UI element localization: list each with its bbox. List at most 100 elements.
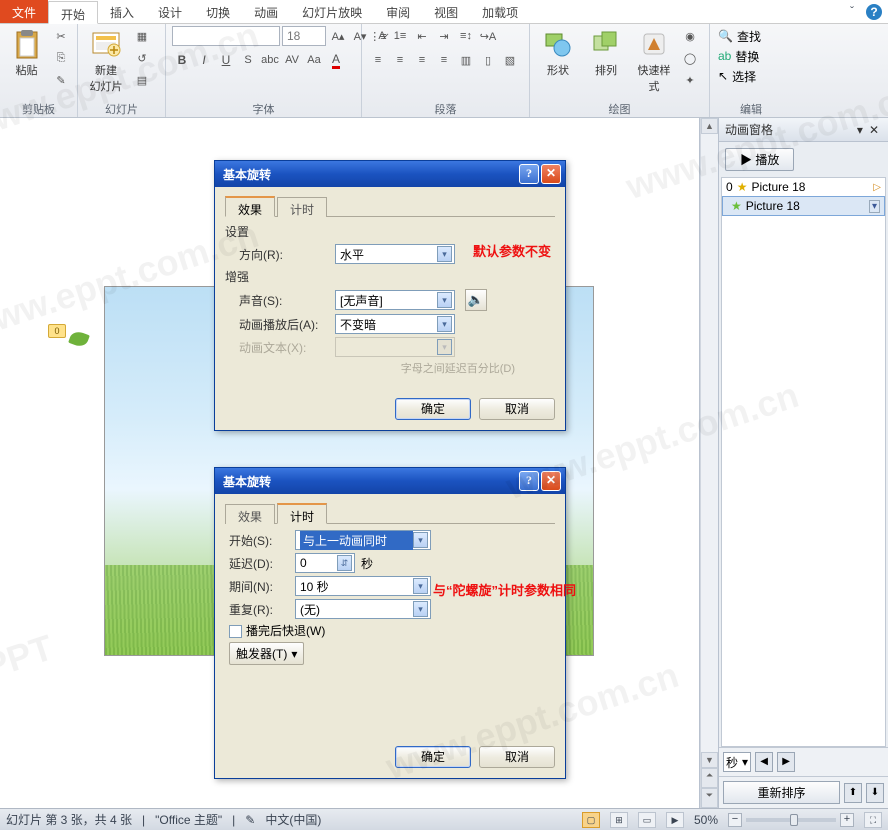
- select-button[interactable]: ↖选择: [716, 66, 758, 86]
- after-combo[interactable]: 不变暗▾: [335, 314, 455, 334]
- shape-fill-icon[interactable]: ◉: [680, 26, 700, 46]
- scroll-down-icon[interactable]: ▼: [701, 752, 718, 768]
- replace-button[interactable]: ab替换: [716, 46, 761, 66]
- expand-icon[interactable]: ▷: [873, 182, 881, 193]
- animation-item[interactable]: 0 ★ Picture 18 ▷: [722, 178, 885, 196]
- reorder-button[interactable]: 重新排序: [723, 781, 840, 804]
- language-label[interactable]: 中文(中国): [265, 811, 321, 828]
- format-painter-icon[interactable]: ✎: [51, 70, 71, 90]
- layout-icon[interactable]: ▦: [132, 26, 152, 46]
- move-up-icon[interactable]: ⬆: [844, 783, 862, 803]
- tab-animation[interactable]: 动画: [242, 0, 290, 23]
- tab-insert[interactable]: 插入: [98, 0, 146, 23]
- play-button[interactable]: ▶ 播放: [725, 148, 794, 171]
- animation-list[interactable]: 0 ★ Picture 18 ▷ ★ Picture 18 ▾: [721, 177, 886, 747]
- strike-icon[interactable]: abc: [260, 50, 280, 70]
- tab-timing[interactable]: 计时: [277, 197, 327, 217]
- dialog-close-icon[interactable]: ✕: [541, 164, 561, 184]
- cancel-button[interactable]: 取消: [479, 398, 555, 420]
- reading-view-icon[interactable]: ▭: [638, 812, 656, 828]
- zoom-in-timeline-icon[interactable]: ◀: [755, 752, 773, 772]
- next-slide-icon[interactable]: ⏷: [701, 788, 718, 808]
- sound-combo[interactable]: [无声音]▾: [335, 290, 455, 310]
- shape-effects-icon[interactable]: ✦: [680, 70, 700, 90]
- spacing-icon[interactable]: AV: [282, 50, 302, 70]
- dialog-help-icon[interactable]: ?: [519, 164, 539, 184]
- bullets-icon[interactable]: ⋮≡: [368, 26, 388, 46]
- dialog-close-icon[interactable]: ✕: [541, 471, 561, 491]
- tab-review[interactable]: 审阅: [374, 0, 422, 23]
- indent-dec-icon[interactable]: ⇤: [412, 26, 432, 46]
- zoom-in-icon[interactable]: +: [840, 813, 854, 827]
- align-text-icon[interactable]: ▯: [478, 50, 498, 70]
- zoom-out-icon[interactable]: −: [728, 813, 742, 827]
- tab-design[interactable]: 设计: [146, 0, 194, 23]
- fit-window-icon[interactable]: ⛶: [864, 812, 882, 828]
- shape-outline-icon[interactable]: ◯: [680, 48, 700, 68]
- seconds-selector[interactable]: 秒▾: [723, 752, 751, 772]
- rewind-checkbox[interactable]: 播完后快退(W): [229, 622, 325, 639]
- section-icon[interactable]: ▤: [132, 70, 152, 90]
- vertical-scrollbar[interactable]: ▲ ▼ ⏶ ⏷: [700, 118, 718, 808]
- align-center-icon[interactable]: ≡: [390, 50, 410, 70]
- repeat-combo[interactable]: (无)▾: [295, 599, 431, 619]
- align-left-icon[interactable]: ≡: [368, 50, 388, 70]
- period-combo[interactable]: 10 秒▾: [295, 576, 431, 596]
- justify-icon[interactable]: ≡: [434, 50, 454, 70]
- font-color-icon[interactable]: A: [326, 50, 346, 70]
- direction-combo[interactable]: 水平▾: [335, 244, 455, 264]
- underline-icon[interactable]: U: [216, 50, 236, 70]
- case-icon[interactable]: Aa: [304, 50, 324, 70]
- help-icon[interactable]: ?: [866, 4, 882, 20]
- delay-spinner[interactable]: 0⇵: [295, 553, 355, 573]
- arrange-button[interactable]: 排列: [584, 26, 628, 80]
- font-size-combo[interactable]: 18: [282, 26, 326, 46]
- animation-tag[interactable]: 0: [48, 324, 66, 338]
- numbering-icon[interactable]: 1≡: [390, 26, 410, 46]
- font-family-combo[interactable]: [172, 26, 280, 46]
- tab-transition[interactable]: 切换: [194, 0, 242, 23]
- zoom-slider[interactable]: − +: [728, 813, 854, 827]
- dialog-help-icon[interactable]: ?: [519, 471, 539, 491]
- pane-close-icon[interactable]: ✕: [866, 123, 882, 137]
- ribbon-minimize-icon[interactable]: ˇ: [844, 0, 860, 23]
- tab-file[interactable]: 文件: [0, 0, 48, 23]
- ok-button[interactable]: 确定: [395, 746, 471, 768]
- move-down-icon[interactable]: ⬇: [866, 783, 884, 803]
- animation-item[interactable]: ★ Picture 18 ▾: [722, 196, 885, 216]
- leaf-shape[interactable]: [68, 329, 90, 348]
- copy-icon[interactable]: ⎘: [51, 48, 71, 68]
- zoom-out-timeline-icon[interactable]: ▶: [777, 752, 795, 772]
- slideshow-view-icon[interactable]: ▶: [666, 812, 684, 828]
- tab-effect[interactable]: 效果: [225, 196, 275, 217]
- shadow-icon[interactable]: S: [238, 50, 258, 70]
- start-combo[interactable]: 与上一动画同时▾: [295, 530, 431, 550]
- italic-icon[interactable]: I: [194, 50, 214, 70]
- item-dropdown-icon[interactable]: ▾: [869, 200, 880, 213]
- sound-preview-icon[interactable]: 🔈: [465, 289, 487, 311]
- tab-slideshow[interactable]: 幻灯片放映: [290, 0, 374, 23]
- spellcheck-icon[interactable]: ✎: [245, 813, 255, 827]
- text-direction-icon[interactable]: ↪A: [478, 26, 498, 46]
- line-spacing-icon[interactable]: ≡↕: [456, 26, 476, 46]
- smartart-icon[interactable]: ▧: [500, 50, 520, 70]
- ok-button[interactable]: 确定: [395, 398, 471, 420]
- grow-font-icon[interactable]: A▴: [328, 26, 348, 46]
- cancel-button[interactable]: 取消: [479, 746, 555, 768]
- scroll-up-icon[interactable]: ▲: [701, 118, 718, 134]
- cut-icon[interactable]: ✂: [51, 26, 71, 46]
- bold-icon[interactable]: B: [172, 50, 192, 70]
- new-slide-button[interactable]: 新建 幻灯片: [84, 26, 128, 96]
- paste-button[interactable]: 粘贴: [6, 26, 47, 80]
- zoom-level[interactable]: 50%: [694, 813, 718, 827]
- sorter-view-icon[interactable]: ⊞: [610, 812, 628, 828]
- pane-menu-icon[interactable]: ▾: [854, 123, 866, 137]
- tab-start[interactable]: 开始: [48, 1, 98, 24]
- columns-icon[interactable]: ▥: [456, 50, 476, 70]
- prev-slide-icon[interactable]: ⏶: [701, 768, 718, 788]
- trigger-button[interactable]: 触发器(T) ▾: [229, 642, 304, 665]
- tab-effect[interactable]: 效果: [225, 504, 275, 524]
- align-right-icon[interactable]: ≡: [412, 50, 432, 70]
- tab-timing[interactable]: 计时: [277, 503, 327, 524]
- indent-inc-icon[interactable]: ⇥: [434, 26, 454, 46]
